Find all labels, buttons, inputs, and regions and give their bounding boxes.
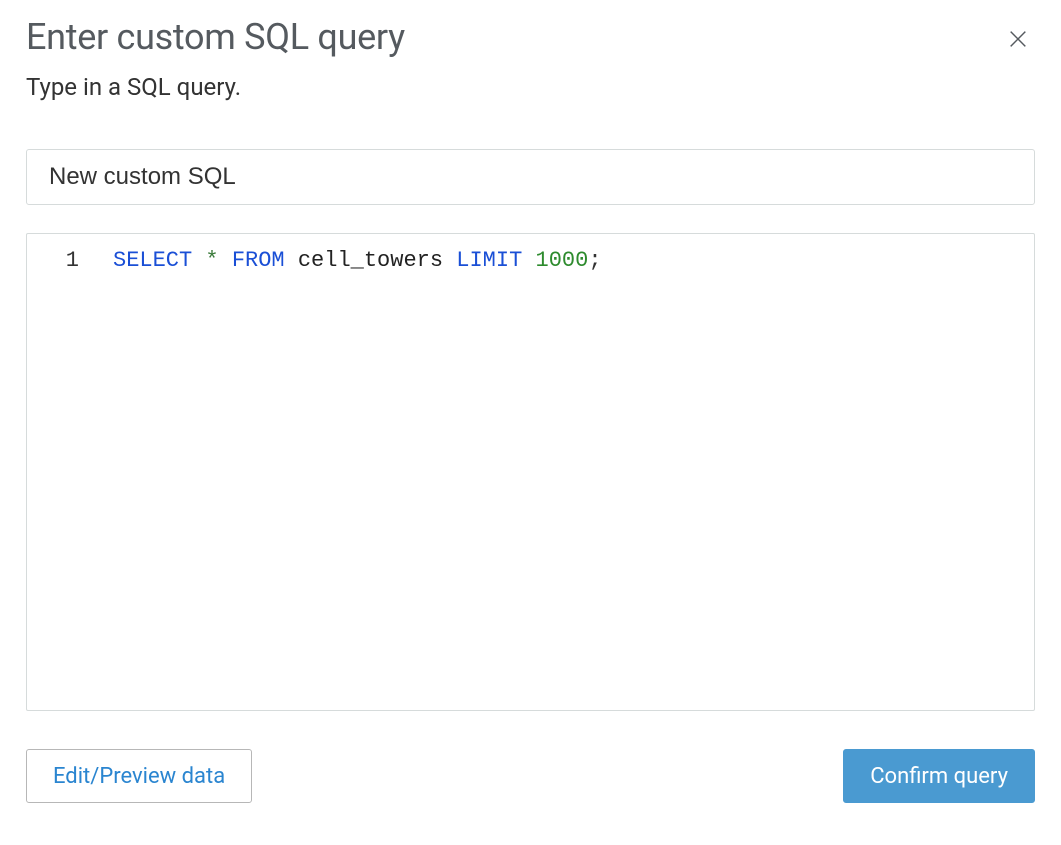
close-icon xyxy=(1007,28,1029,50)
semicolon: ; xyxy=(588,248,601,273)
keyword-select: SELECT xyxy=(113,248,192,273)
keyword-from: FROM xyxy=(232,248,285,273)
close-button[interactable] xyxy=(1001,22,1035,59)
dialog-subtitle: Type in a SQL query. xyxy=(26,73,1035,101)
confirm-query-button[interactable]: Confirm query xyxy=(843,749,1035,803)
keyword-limit: LIMIT xyxy=(456,248,522,273)
table-name: cell_towers xyxy=(298,248,443,273)
editor-line: 1 SELECT * FROM cell_towers LIMIT 1000; xyxy=(27,244,1034,277)
edit-preview-button[interactable]: Edit/Preview data xyxy=(26,749,252,803)
line-number: 1 xyxy=(27,244,113,277)
code-content: SELECT * FROM cell_towers LIMIT 1000; xyxy=(113,244,602,277)
dialog-title: Enter custom SQL query xyxy=(26,16,405,58)
query-name-input[interactable] xyxy=(26,149,1035,205)
star-token: * xyxy=(205,248,218,273)
limit-value: 1000 xyxy=(536,248,589,273)
sql-editor[interactable]: 1 SELECT * FROM cell_towers LIMIT 1000; xyxy=(26,233,1035,711)
